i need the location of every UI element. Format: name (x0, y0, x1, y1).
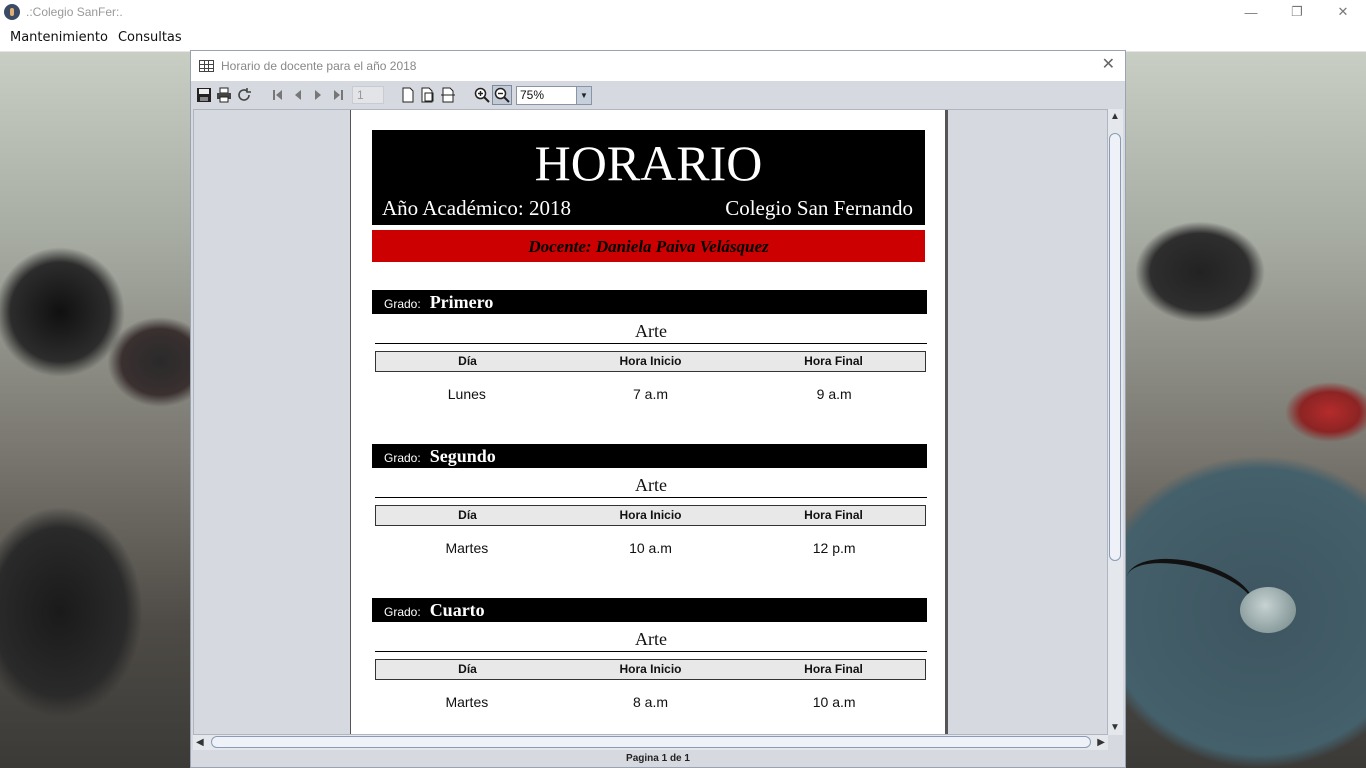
app-logo-icon (4, 4, 20, 20)
report-header: HORARIO Año Académico: 2018 Colegio San … (372, 130, 925, 225)
cell-hora-inicio: 7 a.m (633, 386, 669, 402)
grado-label: Grado: (384, 605, 421, 619)
cell-hora-inicio: 8 a.m (633, 694, 669, 710)
cell-dia: Martes (445, 540, 489, 556)
vertical-scrollbar[interactable]: ▲ ▼ (1108, 109, 1123, 735)
page-number-input[interactable]: 1 (352, 86, 384, 104)
report-viewer-frame: Horario de docente para el año 2018 ✕ 1 (190, 50, 1126, 768)
close-button[interactable]: ✕ (1320, 0, 1366, 24)
table-header: Día Hora Inicio Hora Final (375, 659, 926, 680)
table-row: Lunes 7 a.m 9 a.m (375, 386, 926, 402)
scroll-up-icon[interactable]: ▲ (1110, 111, 1120, 122)
window-title: .:Colegio SanFer:. (26, 5, 123, 19)
menu-mantenimiento[interactable]: Mantenimiento (0, 30, 113, 45)
column-hora-inicio: Hora Inicio (619, 354, 682, 368)
maximize-button[interactable]: ❐ (1274, 0, 1320, 24)
column-dia: Día (458, 662, 477, 676)
previous-page-icon[interactable] (288, 85, 308, 105)
grado-name: Segundo (429, 446, 496, 466)
fit-page-icon[interactable] (418, 85, 438, 105)
school-name: Colegio San Fernando (725, 196, 913, 220)
report-viewport[interactable]: HORARIO Año Académico: 2018 Colegio San … (193, 109, 1108, 735)
report-title: HORARIO (534, 135, 763, 191)
grado-bar: Grado: Cuarto (372, 598, 927, 622)
docente-banner: Docente: Daniela Paiva Velásquez (372, 230, 925, 262)
column-hora-final: Hora Final (804, 662, 863, 676)
chevron-down-icon[interactable]: ▼ (576, 86, 591, 104)
horizontal-scrollbar[interactable]: ◀ ▶ (193, 735, 1108, 750)
first-page-icon[interactable] (268, 85, 288, 105)
cell-dia: Martes (445, 694, 489, 710)
cell-hora-final: 10 a.m (812, 694, 856, 710)
cell-dia: Lunes (447, 386, 486, 402)
reload-icon[interactable] (234, 85, 254, 105)
last-page-icon[interactable] (328, 85, 348, 105)
course-name: Arte (375, 629, 927, 652)
column-dia: Día (458, 508, 477, 522)
scroll-right-icon[interactable]: ▶ (1097, 735, 1105, 750)
background-cap-button (1240, 587, 1296, 633)
next-page-icon[interactable] (308, 85, 328, 105)
grado-bar: Grado: Primero (372, 290, 927, 314)
zoom-in-icon[interactable] (472, 85, 492, 105)
course-name: Arte (375, 321, 927, 344)
print-icon[interactable] (214, 85, 234, 105)
viewer-toolbar: 1 75% ▼ (191, 81, 1125, 109)
page-status: Pagina 1 de 1 (626, 753, 690, 764)
column-hora-inicio: Hora Inicio (619, 662, 682, 676)
table-row: Martes 10 a.m 12 p.m (375, 540, 926, 556)
cell-hora-inicio: 10 a.m (629, 540, 672, 556)
menu-consultas[interactable]: Consultas (113, 30, 187, 45)
zoom-select[interactable]: 75% ▼ (516, 85, 592, 105)
main-titlebar: .:Colegio SanFer:. — ❐ ✕ (0, 0, 1366, 24)
column-hora-final: Hora Final (804, 354, 863, 368)
grado-label: Grado: (384, 451, 421, 465)
background-tassel (1119, 547, 1261, 637)
vertical-scroll-thumb[interactable] (1109, 133, 1121, 561)
report-page: HORARIO Año Académico: 2018 Colegio San … (350, 110, 948, 734)
grado-name: Primero (429, 292, 494, 312)
menu-bar: Mantenimiento Consultas (0, 24, 1366, 52)
scroll-down-icon[interactable]: ▼ (1110, 722, 1120, 733)
fit-width-icon[interactable] (438, 85, 458, 105)
zoom-value: 75% (520, 88, 545, 102)
column-hora-final: Hora Final (804, 508, 863, 522)
zoom-out-icon[interactable] (492, 85, 512, 105)
column-dia: Día (458, 354, 477, 368)
inner-close-button[interactable]: ✕ (1102, 57, 1115, 73)
table-icon (199, 60, 214, 72)
inner-titlebar: Horario de docente para el año 2018 ✕ (191, 51, 1125, 81)
table-header: Día Hora Inicio Hora Final (375, 351, 926, 372)
column-hora-inicio: Hora Inicio (619, 508, 682, 522)
save-icon[interactable] (194, 85, 214, 105)
table-header: Día Hora Inicio Hora Final (375, 505, 926, 526)
horizontal-scroll-thumb[interactable] (211, 736, 1091, 748)
actual-size-icon[interactable] (398, 85, 418, 105)
window-controls: — ❐ ✕ (1228, 0, 1366, 24)
cell-hora-final: 12 p.m (812, 540, 856, 556)
course-name: Arte (375, 475, 927, 498)
scroll-left-icon[interactable]: ◀ (196, 735, 204, 750)
table-row: Martes 8 a.m 10 a.m (375, 694, 926, 710)
grado-name: Cuarto (429, 600, 485, 620)
minimize-button[interactable]: — (1228, 0, 1274, 24)
inner-title: Horario de docente para el año 2018 (221, 59, 417, 73)
grado-label: Grado: (384, 297, 421, 311)
academic-year: Año Académico: 2018 (382, 196, 571, 220)
cell-hora-final: 9 a.m (816, 386, 852, 402)
grado-bar: Grado: Segundo (372, 444, 927, 468)
